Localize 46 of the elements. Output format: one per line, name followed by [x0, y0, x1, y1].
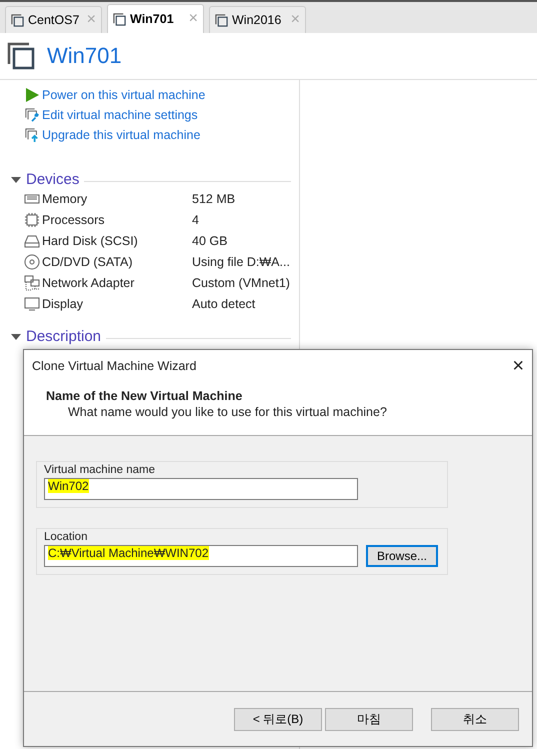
device-value: Custom (VMnet1) [192, 276, 290, 290]
vm-title: Win701 [47, 43, 122, 69]
chip-icon [24, 212, 40, 228]
vm-tab[interactable]: CentOS7 × [5, 6, 102, 33]
page-heading: Name of the New Virtual Machine [46, 389, 244, 403]
vm-icon [7, 42, 35, 70]
vm-icon [113, 12, 126, 26]
vm-icon [11, 14, 24, 26]
upgrade-icon [25, 128, 39, 142]
device-value: Auto detect [192, 296, 256, 310]
device-name[interactable]: Hard Disk (SCSI) [42, 234, 192, 248]
device-value: 512 MB [192, 192, 236, 206]
vm-tab[interactable]: Win701 × [107, 4, 204, 33]
vm-tab[interactable]: Win2016 × [209, 6, 306, 33]
wrench-icon [25, 108, 39, 122]
device-name[interactable]: CD/DVD (SATA) [42, 254, 192, 268]
monitor-icon [24, 296, 40, 312]
device-value: 40 GB [192, 234, 228, 248]
text-field[interactable]: C:₩Virtual Machine₩WIN702 [44, 545, 358, 567]
dialog-button[interactable]: 마침 [325, 708, 413, 730]
dialog-button[interactable]: 취소 [431, 708, 519, 730]
section-heading: Devices [26, 171, 80, 188]
action-link[interactable]: Power on this virtual machine [42, 88, 206, 102]
device-value: 4 [192, 212, 199, 226]
vm-icon [215, 14, 228, 26]
device-name[interactable]: Network Adapter [42, 276, 192, 290]
collapse-icon[interactable] [11, 334, 21, 340]
device-name[interactable]: Memory [42, 192, 192, 206]
action-link[interactable]: Edit virtual machine settings [42, 108, 198, 122]
disc-icon [24, 254, 40, 270]
field-label: Virtual machine name [44, 464, 156, 476]
device-name[interactable]: Processors [42, 212, 192, 226]
device-value: Using file D:₩A... [192, 254, 290, 268]
section-heading: Description [26, 328, 102, 345]
network-icon [24, 274, 40, 290]
dialog-title: Clone Virtual Machine Wizard [32, 359, 196, 373]
dialog-button[interactable]: < 뒤로(B) [234, 708, 322, 730]
device-name[interactable]: Display [42, 296, 192, 310]
action-link[interactable]: Upgrade this virtual machine [42, 128, 200, 142]
field-label: Location [44, 531, 88, 543]
collapse-icon[interactable] [11, 176, 21, 182]
close-icon[interactable]: × [512, 354, 524, 378]
text-field[interactable]: Win702 [44, 478, 358, 500]
page-subheading: What name would you like to use for this virtual machine? [67, 405, 388, 419]
browse-button[interactable]: Browse... [366, 545, 438, 567]
play-icon [25, 88, 39, 102]
